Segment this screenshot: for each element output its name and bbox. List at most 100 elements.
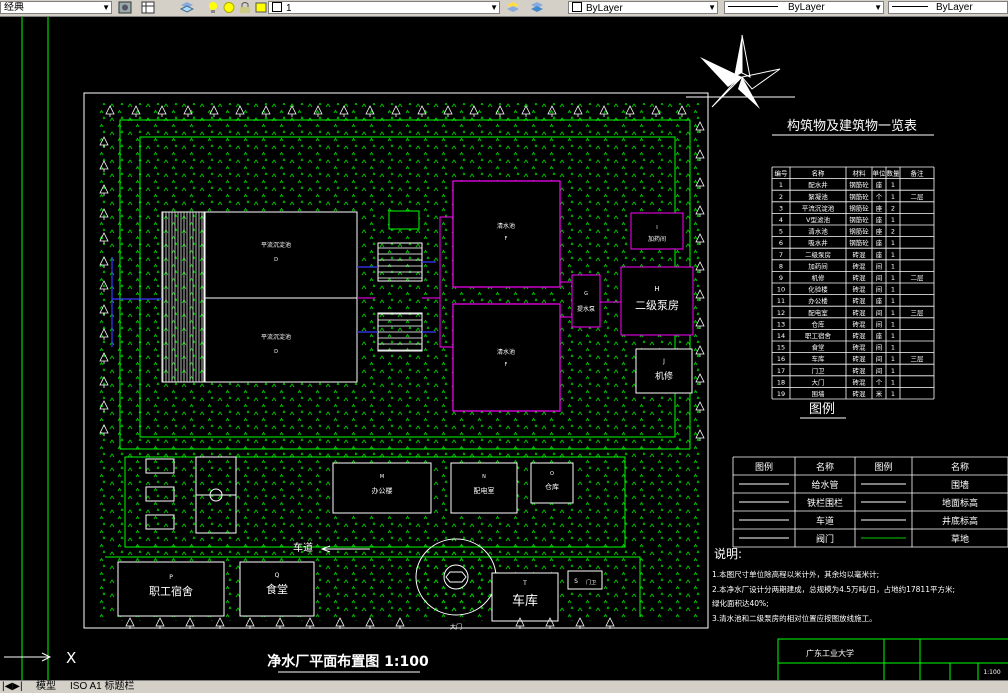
sun-icon[interactable] bbox=[222, 1, 236, 14]
note-line-1: 1.本图尺寸单位除高程以米计外，其余均以毫米计; bbox=[712, 569, 879, 579]
pump-house-label: 二级泵房 bbox=[635, 299, 679, 312]
tab-nav-first-icon[interactable]: |◀▶| bbox=[2, 681, 23, 692]
schedule-cell: 办公楼 bbox=[808, 296, 828, 305]
dimstyle-icon[interactable] bbox=[118, 1, 132, 14]
lightbulb-icon[interactable] bbox=[206, 1, 220, 14]
chevron-down-icon: ▼ bbox=[874, 3, 882, 12]
legend-name: 给水管 bbox=[811, 479, 838, 491]
legend-title: 图例 bbox=[809, 402, 835, 417]
schedule-cell: 砖混 bbox=[853, 331, 867, 340]
dosing-room bbox=[630, 212, 684, 250]
road-label: 车道 bbox=[293, 541, 313, 554]
guard-label: 门卫 bbox=[586, 579, 596, 586]
canteen-code: Q bbox=[275, 572, 280, 579]
schedule-cell: 2 bbox=[891, 228, 895, 236]
schedule-cell: 车库 bbox=[812, 354, 826, 363]
repair-shop bbox=[635, 348, 693, 394]
schedule-cell: 化验楼 bbox=[808, 285, 828, 294]
schedule-cell: 13 bbox=[777, 320, 785, 328]
schedule-cell: 砖混 bbox=[853, 296, 867, 305]
schedule-cell: 间 bbox=[876, 320, 883, 328]
legend-name: 车道 bbox=[816, 515, 834, 527]
schedule-cell: 砖混 bbox=[853, 261, 867, 270]
layer-color-icon[interactable] bbox=[254, 1, 268, 14]
filter-2 bbox=[377, 312, 423, 352]
canteen-label: 食堂 bbox=[266, 582, 288, 596]
schedule-cell: 19 bbox=[777, 390, 785, 398]
legend-name: 地面标高 bbox=[942, 497, 978, 509]
schedule-cell: 1 bbox=[891, 193, 895, 201]
schedule-cell: 配电室 bbox=[808, 308, 828, 317]
clear-tank-2-label: 清水池 bbox=[497, 348, 515, 356]
schedule-cell: 个 bbox=[876, 378, 883, 386]
garage-label: 车库 bbox=[512, 593, 538, 609]
schedule-cell: 1 bbox=[891, 239, 895, 247]
schedule-cell: 12 bbox=[777, 309, 785, 317]
chevron-down-icon: ▼ bbox=[102, 3, 110, 12]
lock-icon[interactable] bbox=[238, 1, 252, 14]
schedule-cell: 钢筋砼 bbox=[849, 180, 869, 189]
sed-tank-2-label: 平流沉淀池 bbox=[261, 333, 291, 341]
drawing-canvas[interactable]: X 平流沉淀池 D 平流沉淀池 D 清水池 F 清水池 F I 加药间 G 提水… bbox=[0, 17, 1008, 680]
schedule-cell: 1 bbox=[891, 297, 895, 305]
storage-code: O bbox=[550, 471, 554, 477]
layer-manager-icon[interactable] bbox=[179, 1, 195, 14]
schedule-cell: 2 bbox=[891, 204, 895, 212]
repair-shop-label: 机修 bbox=[655, 370, 673, 382]
schedule-cell: 砖混 bbox=[853, 319, 867, 328]
filter-control-room bbox=[388, 210, 420, 230]
note-line-3: 绿化面积达40%; bbox=[712, 598, 769, 608]
legend-header-cell: 图例 bbox=[874, 461, 892, 473]
schedule-cell: 钢筋砼 bbox=[849, 227, 869, 236]
schedule-cell: 间 bbox=[876, 309, 883, 317]
text-style-combo[interactable]: 经典 ▼ bbox=[0, 1, 112, 14]
schedule-cell: 1 bbox=[891, 216, 895, 224]
schedule-cell: 6 bbox=[779, 239, 783, 247]
schedule-cell: 二层 bbox=[911, 274, 925, 282]
storage-label: 仓库 bbox=[545, 482, 559, 491]
schedule-cell: 食堂 bbox=[812, 343, 826, 352]
schedule-cell: 平流沉淀池 bbox=[802, 203, 835, 212]
schedule-cell: 座 bbox=[876, 180, 883, 189]
linetype-combo[interactable]: ByLayer ▼ bbox=[724, 1, 884, 14]
dorm-code: P bbox=[169, 574, 173, 581]
layer-previous-icon[interactable] bbox=[530, 1, 544, 14]
pump-house-code: H bbox=[654, 285, 659, 293]
schedule-cell: 仓库 bbox=[812, 319, 826, 328]
schedule-cell: 大门 bbox=[812, 377, 825, 386]
make-current-layer-icon[interactable] bbox=[506, 1, 520, 14]
note-line-2: 2.本净水厂设计分两期建成，总规模为4.5万吨/日，占地约17811平方米; bbox=[712, 584, 955, 594]
legend-header-cell: 名称 bbox=[951, 461, 969, 473]
flocculation-tank bbox=[161, 211, 205, 383]
drawing-title: 净水厂平面布置图 1:100 bbox=[267, 653, 429, 670]
layer-combo[interactable]: 1 ▼ bbox=[268, 1, 500, 14]
color-combo[interactable]: ByLayer ▼ bbox=[568, 1, 718, 14]
schedule-cell: 1 bbox=[891, 378, 895, 386]
sed-tank-2-code: D bbox=[274, 349, 278, 355]
schedule-cell: 三层 bbox=[911, 355, 925, 363]
schedule-cell: 16 bbox=[777, 355, 785, 363]
legend-name: 围墙 bbox=[951, 479, 969, 491]
schedule-cell: 座 bbox=[876, 238, 883, 247]
sedimentation-tank-1 bbox=[204, 211, 358, 299]
schedule-cell: 座 bbox=[876, 331, 883, 340]
tab-layout-iso-a1[interactable]: ISO A1 标题栏 bbox=[70, 681, 134, 692]
schedule-cell: 钢筋砼 bbox=[849, 238, 869, 247]
layout-tabs: |◀▶| 模型 ISO A1 标题栏 bbox=[0, 680, 1008, 693]
north-arrow-icon bbox=[686, 34, 795, 109]
schedule-cell: 砖混 bbox=[853, 389, 867, 398]
schedule-cell: 1 bbox=[891, 355, 895, 363]
lineweight-combo[interactable]: ByLayer bbox=[888, 1, 1008, 14]
sed-tank-1-label: 平流沉淀池 bbox=[261, 241, 291, 249]
schedule-cell: 门卫 bbox=[812, 366, 826, 375]
schedule-cell: 17 bbox=[777, 367, 785, 375]
site-plan-drawing: X 平流沉淀池 D 平流沉淀池 D 清水池 F 清水池 F I 加药间 G 提水… bbox=[4, 17, 1008, 680]
tablestyle-icon[interactable] bbox=[141, 1, 155, 14]
legend-header-cell: 图例 bbox=[755, 461, 773, 473]
tab-model[interactable]: 模型 bbox=[36, 681, 56, 692]
dosing-code: I bbox=[656, 225, 657, 231]
schedule-cell: 1 bbox=[891, 390, 895, 398]
schedule-cell: 10 bbox=[777, 286, 785, 294]
clear-tank-2-code: F bbox=[505, 362, 508, 368]
schedule-cell: 座 bbox=[876, 203, 883, 212]
